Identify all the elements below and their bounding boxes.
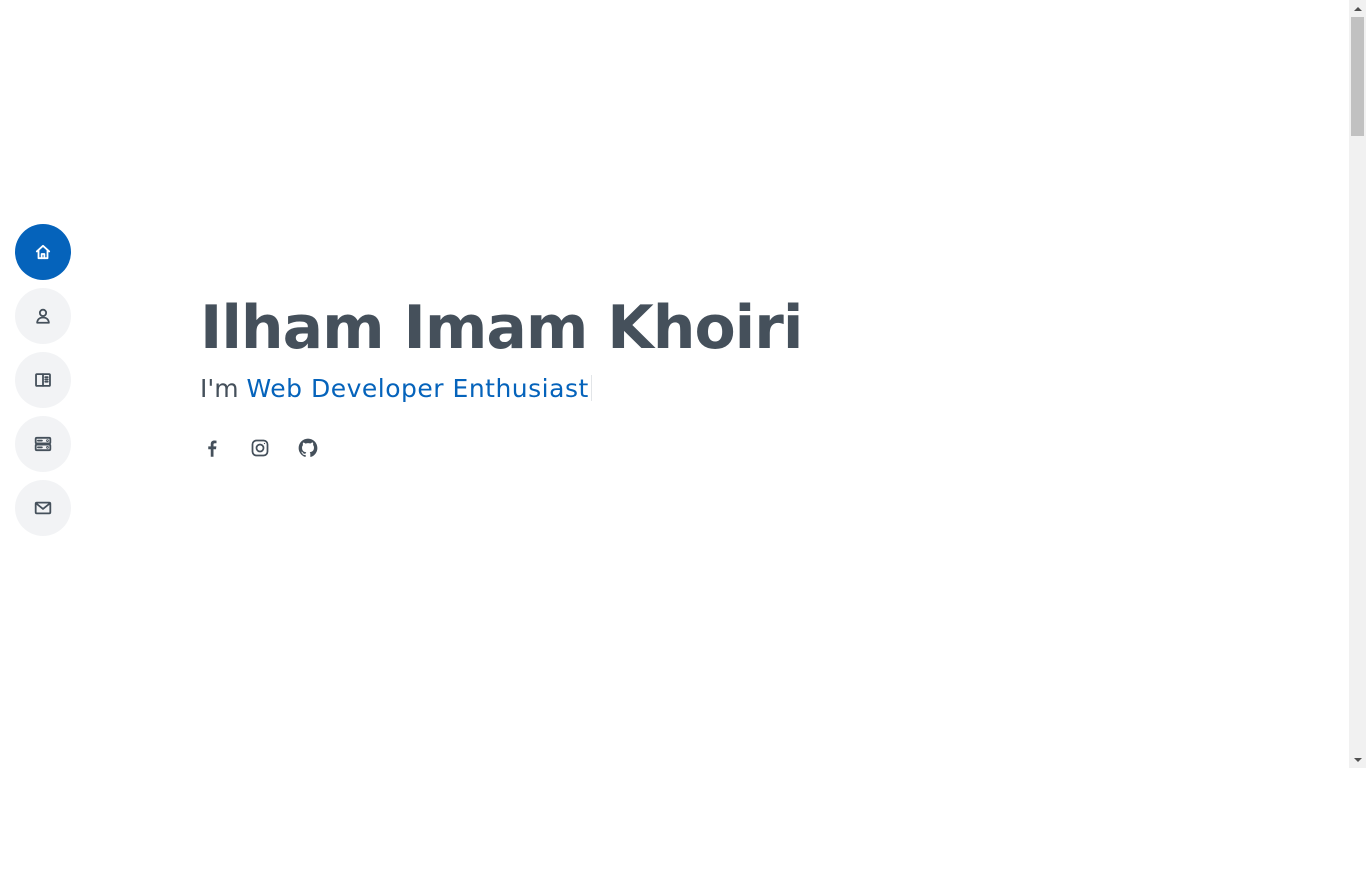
scroll-up-arrow[interactable] xyxy=(1349,0,1366,17)
home-icon xyxy=(35,244,51,260)
facebook-icon xyxy=(208,440,217,457)
github-icon xyxy=(298,438,318,457)
hero-section: Ilham Imam Khoiri I'm Web Developer Enth… xyxy=(200,290,803,458)
envelope-icon xyxy=(34,501,52,515)
nav-about-button[interactable] xyxy=(15,288,71,344)
hero-subtitle: I'm Web Developer Enthusiast xyxy=(200,374,802,404)
scroll-down-arrow[interactable] xyxy=(1349,751,1366,768)
facebook-link[interactable] xyxy=(202,438,222,458)
hero-intro-prefix: I'm xyxy=(200,374,247,403)
person-icon xyxy=(36,308,50,324)
scroll-thumb[interactable] xyxy=(1351,17,1364,136)
typing-cursor xyxy=(590,375,592,401)
nav-services-button[interactable] xyxy=(15,416,71,472)
github-link[interactable] xyxy=(298,438,318,458)
hero-name: Ilham Imam Khoiri xyxy=(200,293,803,363)
page-viewport: Ilham Imam Khoiri I'm Web Developer Enth… xyxy=(0,0,1366,768)
nav-home-button[interactable] xyxy=(15,224,71,280)
vertical-scrollbar[interactable] xyxy=(1349,0,1366,768)
instagram-icon xyxy=(251,439,269,457)
social-links xyxy=(202,438,802,458)
book-icon xyxy=(35,373,51,387)
instagram-link[interactable] xyxy=(250,438,270,458)
nav-resume-button[interactable] xyxy=(15,352,71,408)
server-icon xyxy=(34,436,52,452)
typed-role-text: Web Developer Enthusiast xyxy=(246,374,589,403)
nav-contact-button[interactable] xyxy=(15,480,71,536)
side-nav xyxy=(15,224,71,536)
